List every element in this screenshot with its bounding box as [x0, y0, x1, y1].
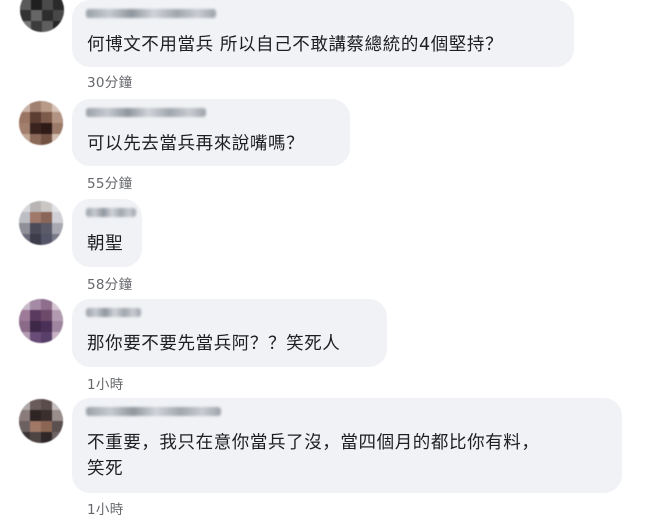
comment-text: 可以先去當兵再來說嘴嗎？ — [87, 134, 305, 154]
comment-timestamp[interactable]: 30分鐘 — [87, 71, 132, 91]
avatar[interactable] — [19, 101, 63, 145]
commenter-name[interactable] — [86, 308, 141, 317]
avatar[interactable] — [20, 0, 64, 32]
avatar[interactable] — [19, 299, 63, 343]
comment-text: 朝聖 — [87, 234, 124, 254]
comment-timestamp[interactable]: 1小時 — [87, 373, 124, 393]
comment-bubble: 不重要，我只在意你當兵了沒，當四個月的都比你有料， 笑死 — [72, 398, 622, 493]
comment-text: 何博文不用當兵 所以自己不敢講蔡總統的4個堅持？ — [87, 35, 504, 55]
comment-bubble: 何博文不用當兵 所以自己不敢講蔡總統的4個堅持？ — [72, 0, 574, 67]
comment-timestamp[interactable]: 55分鐘 — [87, 172, 132, 192]
comment-timestamp[interactable]: 58分鐘 — [87, 273, 132, 293]
commenter-name[interactable] — [86, 407, 221, 416]
comment-text: 不重要，我只在意你當兵了沒，當四個月的都比你有料， 笑死 — [87, 433, 540, 479]
avatar[interactable] — [19, 201, 63, 245]
comment-bubble: 朝聖 — [72, 199, 142, 267]
avatar[interactable] — [19, 399, 63, 443]
comment-timestamp[interactable]: 1小時 — [87, 498, 124, 518]
comment-bubble: 那你要不要先當兵阿？？笑死人 — [72, 299, 387, 367]
commenter-name[interactable] — [86, 108, 206, 117]
commenter-name[interactable] — [86, 208, 136, 217]
comment-bubble: 可以先去當兵再來說嘴嗎？ — [72, 99, 350, 166]
commenter-name[interactable] — [86, 9, 216, 18]
comment-text: 那你要不要先當兵阿？？笑死人 — [87, 334, 341, 354]
